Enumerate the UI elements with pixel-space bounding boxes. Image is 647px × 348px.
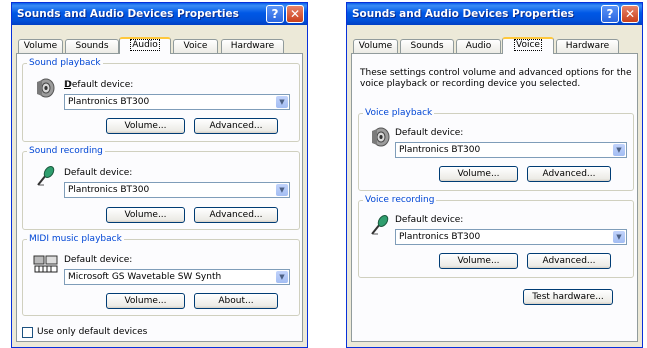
- select-value: Microsoft GS Wavetable SW Synth: [68, 272, 222, 282]
- voice-recording-advanced-button[interactable]: Advanced...: [527, 253, 611, 269]
- checkbox-label[interactable]: Use only default devices: [37, 327, 147, 337]
- midi-keyboard-icon: [33, 255, 58, 273]
- playback-advanced-button[interactable]: Advanced...: [194, 118, 278, 134]
- chevron-down-icon[interactable]: ▼: [276, 184, 288, 196]
- tab-hardware[interactable]: Hardware: [556, 39, 619, 53]
- voice-playback-advanced-button[interactable]: Advanced...: [527, 166, 611, 182]
- audio-properties-window: Sounds and Audio Devices Properties ? ✕ …: [11, 2, 308, 348]
- voice-recording-device-select[interactable]: Plantronics BT300 ▼: [395, 229, 627, 245]
- playback-volume-button[interactable]: Volume...: [106, 118, 185, 134]
- voice-properties-window: Sounds and Audio Devices Properties ? ✕ …: [346, 2, 643, 348]
- tab-strip: Volume Sounds Audio Voice Hardware: [351, 37, 638, 54]
- group-legend: Voice recording: [365, 195, 435, 205]
- group-legend: Sound playback: [29, 58, 101, 68]
- tab-hardware[interactable]: Hardware: [221, 39, 284, 53]
- select-value: Plantronics BT300: [399, 145, 481, 155]
- recording-advanced-button[interactable]: Advanced...: [194, 207, 278, 223]
- tab-panel: These settings control volume and advanc…: [351, 53, 638, 342]
- tab-sounds[interactable]: Sounds: [65, 39, 119, 53]
- tab-voice[interactable]: Voice: [502, 37, 554, 54]
- title-bar[interactable]: Sounds and Audio Devices Properties ? ✕: [12, 3, 307, 25]
- default-device-label: Default device:: [64, 255, 133, 265]
- window-title: Sounds and Audio Devices Properties: [352, 8, 574, 20]
- help-icon[interactable]: ?: [601, 5, 619, 23]
- default-device-label: Default device:: [395, 128, 464, 138]
- midi-volume-button[interactable]: Volume...: [106, 293, 185, 309]
- default-device-label: Default device:: [64, 168, 133, 178]
- microphone-icon: [37, 166, 55, 186]
- use-default-devices-checkbox[interactable]: [22, 327, 33, 338]
- group-legend: Sound recording: [29, 146, 103, 156]
- select-value: Plantronics BT300: [68, 97, 150, 107]
- title-bar[interactable]: Sounds and Audio Devices Properties ? ✕: [347, 3, 642, 25]
- tab-audio[interactable]: Audio: [119, 37, 171, 54]
- default-device-label: Default device:: [395, 215, 464, 225]
- recording-device-select[interactable]: Plantronics BT300 ▼: [64, 182, 290, 198]
- playback-device-select[interactable]: Plantronics BT300 ▼: [64, 94, 290, 110]
- voice-recording-volume-button[interactable]: Volume...: [439, 253, 518, 269]
- select-value: Plantronics BT300: [68, 185, 150, 195]
- group-legend: MIDI music playback: [29, 234, 122, 244]
- speaker-icon: [372, 127, 390, 147]
- label-text: Default device:: [64, 80, 134, 90]
- window-title: Sounds and Audio Devices Properties: [17, 8, 239, 20]
- chevron-down-icon[interactable]: ▼: [276, 271, 288, 283]
- voice-playback-device-select[interactable]: Plantronics BT300 ▼: [395, 142, 627, 158]
- tab-panel: Sound playback DDefault device: Plantron…: [16, 53, 303, 342]
- select-value: Plantronics BT300: [399, 232, 481, 242]
- tab-audio[interactable]: Audio: [456, 39, 501, 53]
- tab-volume[interactable]: Volume: [18, 39, 63, 53]
- microphone-icon: [371, 215, 389, 235]
- midi-about-button[interactable]: About...: [194, 293, 278, 309]
- close-icon[interactable]: ✕: [286, 5, 304, 23]
- recording-volume-button[interactable]: Volume...: [106, 207, 185, 223]
- close-icon[interactable]: ✕: [621, 5, 639, 23]
- default-device-label: DDefault device:: [64, 80, 134, 90]
- chevron-down-icon[interactable]: ▼: [276, 96, 288, 108]
- speaker-icon: [37, 78, 55, 98]
- voice-description: These settings control volume and advanc…: [360, 68, 632, 89]
- tab-voice[interactable]: Voice: [173, 39, 218, 53]
- tab-volume[interactable]: Volume: [353, 39, 398, 53]
- chevron-down-icon[interactable]: ▼: [613, 144, 625, 156]
- midi-device-select[interactable]: Microsoft GS Wavetable SW Synth ▼: [64, 269, 290, 285]
- tab-sounds[interactable]: Sounds: [400, 39, 454, 53]
- test-hardware-button[interactable]: Test hardware...: [523, 289, 613, 305]
- help-icon[interactable]: ?: [266, 5, 284, 23]
- group-legend: Voice playback: [365, 108, 433, 118]
- voice-playback-volume-button[interactable]: Volume...: [439, 166, 518, 182]
- chevron-down-icon[interactable]: ▼: [613, 231, 625, 243]
- tab-strip: Volume Sounds Audio Voice Hardware: [16, 37, 303, 54]
